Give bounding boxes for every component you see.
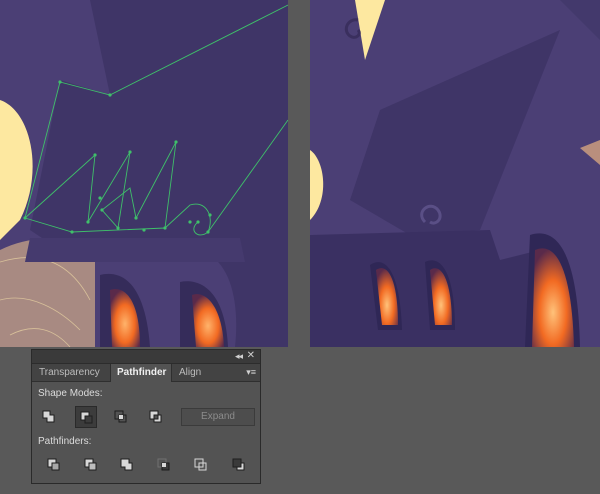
outline-icon — [194, 458, 207, 471]
pathfinders-label: Pathfinders: — [38, 436, 92, 447]
intersect-icon — [114, 410, 127, 423]
tab-align[interactable]: Align — [173, 364, 213, 381]
roof-ledge — [25, 238, 245, 262]
exclude-button[interactable] — [145, 406, 167, 428]
unite-button[interactable] — [38, 406, 60, 428]
left-artboard-pane[interactable] — [0, 0, 288, 347]
divide-icon — [47, 458, 60, 471]
tab-transparency[interactable]: Transparency — [33, 364, 109, 381]
close-panel-icon[interactable]: ✕ — [247, 350, 255, 362]
minus-back-icon — [232, 458, 245, 471]
panel-title-bar[interactable]: ◂◂ ✕ — [32, 350, 260, 364]
tab-pathfinder[interactable]: Pathfinder — [110, 364, 172, 382]
panel-tab-row: Transparency Pathfinder Align ▾≡ — [32, 364, 260, 382]
minus-front-icon — [80, 411, 93, 424]
crop-button[interactable] — [153, 454, 175, 476]
exclude-icon — [149, 410, 162, 423]
divide-button[interactable] — [43, 454, 65, 476]
merge-icon — [120, 458, 133, 471]
panel-menu-icon[interactable]: ▾≡ — [246, 366, 256, 378]
trim-icon — [84, 458, 97, 471]
right-artwork — [310, 0, 600, 347]
crop-icon — [157, 458, 170, 471]
trim-button[interactable] — [80, 454, 102, 476]
left-artwork — [0, 0, 288, 347]
outline-button[interactable] — [190, 454, 212, 476]
pathfinder-panel: ◂◂ ✕ Transparency Pathfinder Align ▾≡ Sh… — [31, 349, 261, 484]
minus-back-button[interactable] — [228, 454, 250, 476]
minus-front-button[interactable] — [75, 406, 97, 428]
unite-icon — [42, 410, 55, 423]
merge-button[interactable] — [116, 454, 138, 476]
intersect-button[interactable] — [110, 406, 132, 428]
collapse-panel-icon[interactable]: ◂◂ — [235, 351, 243, 362]
expand-button[interactable]: Expand — [181, 408, 255, 426]
right-artboard-pane[interactable] — [310, 0, 600, 347]
shape-modes-label: Shape Modes: — [38, 388, 103, 399]
